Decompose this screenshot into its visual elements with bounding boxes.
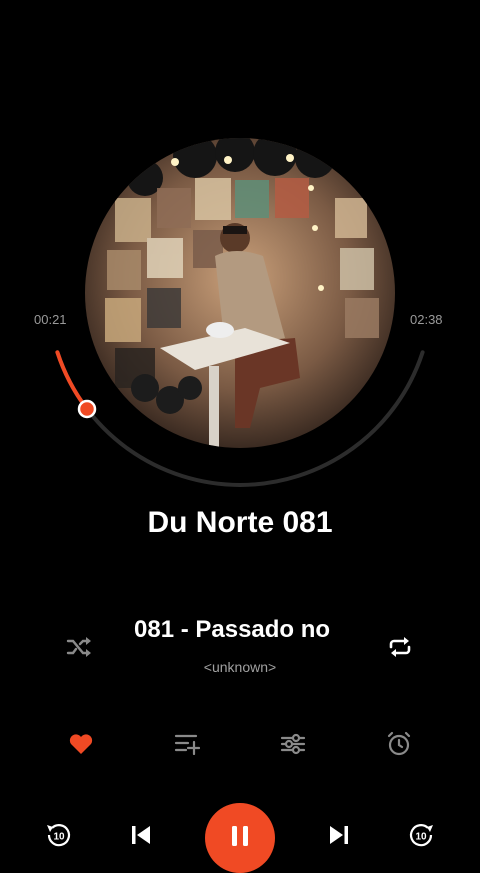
next-button[interactable] [324,820,354,850]
forward-10-button[interactable]: 10 [406,820,436,850]
seek-progress [55,350,89,411]
skip-next-icon [330,826,348,844]
repeat-button[interactable] [383,632,417,662]
favorite-button[interactable] [64,728,98,760]
seek-handle[interactable] [77,399,97,419]
play-pause-button[interactable] [205,803,275,873]
track-title: Du Norte 081 [147,506,333,539]
svg-text:10: 10 [415,832,427,843]
add-to-playlist-icon [174,734,200,755]
pause-icon [232,826,248,846]
repeat-icon [389,637,411,657]
alarm-clock-icon [387,731,411,756]
elapsed-time: 00:21 [34,312,67,327]
previous-button[interactable] [126,820,156,850]
heart-icon [69,734,93,754]
marquee-text: Du Norte 081 - Passado no [130,616,331,643]
svg-text:10: 10 [53,832,65,843]
marquee-title: Du Norte 081 - Passado no [130,612,350,650]
track-artist: <unknown> [203,659,277,675]
total-duration: 02:38 [410,312,443,327]
replay-10-icon: 10 [47,824,71,847]
add-to-queue-button[interactable] [170,728,204,760]
skip-previous-icon [132,826,150,844]
sleep-timer-button[interactable] [382,727,416,761]
equalizer-button[interactable] [276,728,310,760]
rewind-10-button[interactable]: 10 [44,820,74,850]
forward-10-icon: 10 [409,824,433,847]
seek-bar[interactable] [0,0,480,854]
equalizer-icon [280,733,306,755]
seek-track[interactable] [55,350,425,487]
shuffle-button[interactable] [62,632,96,662]
shuffle-icon [66,637,91,657]
